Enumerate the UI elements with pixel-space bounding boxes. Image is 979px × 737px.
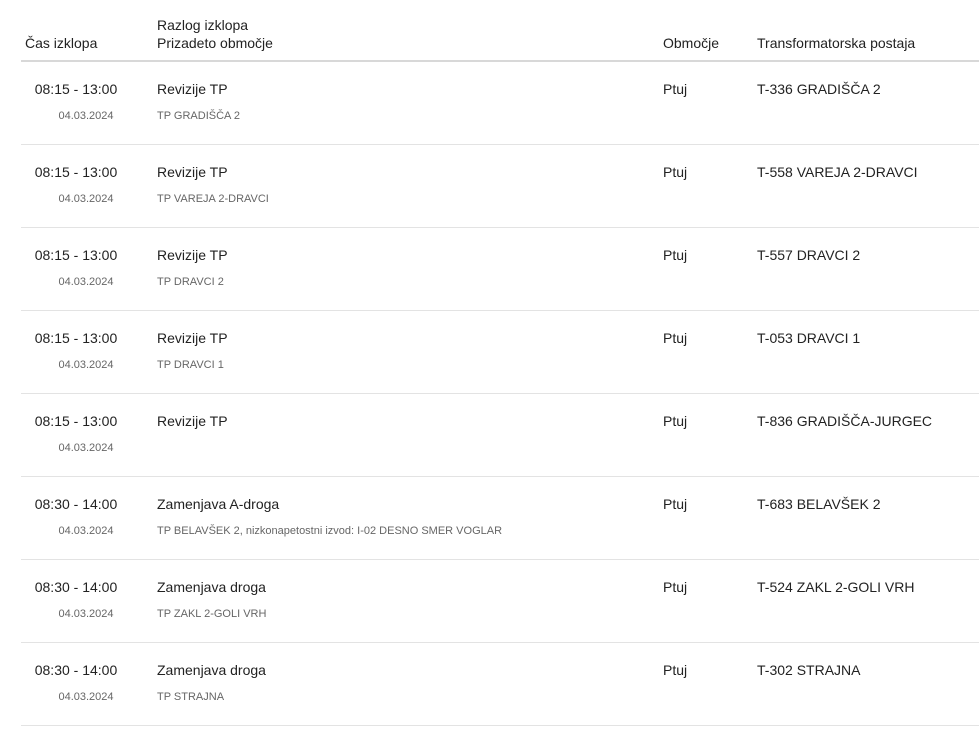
table-row: 08:15 - 13:00 04.03.2024 Revizije TP TP … xyxy=(21,228,979,311)
row-reason: Zamenjava droga xyxy=(157,579,266,595)
row-affected-area: TP DRAVCI 2 xyxy=(157,276,224,288)
row-time: 08:30 - 14:00 xyxy=(34,579,118,595)
row-time: 08:15 - 13:00 xyxy=(34,164,118,180)
row-area: Ptuj xyxy=(663,164,688,180)
header-time: Čas izklopa xyxy=(25,35,98,51)
row-reason: Zamenjava droga xyxy=(157,662,266,678)
row-station: T-557 DRAVCI 2 xyxy=(757,247,861,263)
row-affected-area: TP ZAKL 2-GOLI VRH xyxy=(157,608,267,620)
row-affected-area: TP VAREJA 2-DRAVCI xyxy=(157,193,269,205)
row-date: 04.03.2024 xyxy=(58,276,114,288)
row-area: Ptuj xyxy=(663,330,688,346)
row-area: Ptuj xyxy=(663,662,688,678)
row-area: Ptuj xyxy=(663,247,688,263)
row-station: T-524 ZAKL 2-GOLI VRH xyxy=(757,579,915,595)
table-row: 08:30 - 14:00 04.03.2024 Zamenjava A-dro… xyxy=(21,477,979,560)
row-date: 04.03.2024 xyxy=(58,110,114,122)
row-time: 08:15 - 13:00 xyxy=(34,413,118,429)
row-date: 04.03.2024 xyxy=(58,359,114,371)
row-date: 04.03.2024 xyxy=(58,691,114,703)
table-row: 08:15 - 13:00 04.03.2024 Revizije TP TP … xyxy=(21,311,979,394)
table-header: Čas izklopa Razlog izklopa Prizadeto obm… xyxy=(21,0,979,62)
outage-table: Čas izklopa Razlog izklopa Prizadeto obm… xyxy=(21,0,979,726)
table-row: 08:30 - 14:00 04.03.2024 Zamenjava droga… xyxy=(21,560,979,643)
table-row: 08:15 - 13:00 04.03.2024 Revizije TP TP … xyxy=(21,62,979,145)
header-reason: Razlog izklopa Prizadeto območje xyxy=(157,16,273,52)
row-station: T-053 DRAVCI 1 xyxy=(757,330,861,346)
row-station: T-336 GRADIŠČA 2 xyxy=(757,81,881,97)
header-area: Območje xyxy=(663,35,720,51)
table-row: 08:15 - 13:00 04.03.2024 Revizije TP TP … xyxy=(21,145,979,228)
row-date: 04.03.2024 xyxy=(58,193,114,205)
row-station: T-836 GRADIŠČA-JURGEC xyxy=(757,413,933,429)
row-area: Ptuj xyxy=(663,496,688,512)
row-affected-area: TP STRAJNA xyxy=(157,691,225,703)
row-station: T-302 STRAJNA xyxy=(757,662,861,678)
header-affected-label: Prizadeto območje xyxy=(157,35,273,51)
header-reason-label: Razlog izklopa xyxy=(157,17,249,33)
row-time: 08:15 - 13:00 xyxy=(34,247,118,263)
row-date: 04.03.2024 xyxy=(58,608,114,620)
row-affected-area: TP BELAVŠEK 2, nizkonapetostni izvod: I-… xyxy=(157,525,503,537)
row-reason: Revizije TP xyxy=(157,330,228,346)
row-reason: Revizije TP xyxy=(157,81,228,97)
row-time: 08:30 - 14:00 xyxy=(34,662,118,678)
table-row: 08:15 - 13:00 04.03.2024 Revizije TP Ptu… xyxy=(21,394,979,477)
row-time: 08:15 - 13:00 xyxy=(34,330,118,346)
header-station: Transformatorska postaja xyxy=(757,35,916,51)
row-area: Ptuj xyxy=(663,579,688,595)
row-station: T-558 VAREJA 2-DRAVCI xyxy=(757,164,918,180)
row-affected-area: TP GRADIŠČA 2 xyxy=(157,110,240,122)
row-reason: Revizije TP xyxy=(157,413,228,429)
row-time: 08:30 - 14:00 xyxy=(34,496,118,512)
row-affected-area: TP DRAVCI 1 xyxy=(157,359,224,371)
row-station: T-683 BELAVŠEK 2 xyxy=(757,496,881,512)
row-reason: Zamenjava A-droga xyxy=(157,496,280,512)
row-area: Ptuj xyxy=(663,413,688,429)
row-date: 04.03.2024 xyxy=(58,442,114,454)
row-date: 04.03.2024 xyxy=(58,525,114,537)
row-area: Ptuj xyxy=(663,81,688,97)
table-row: 08:30 - 14:00 04.03.2024 Zamenjava droga… xyxy=(21,643,979,726)
row-time: 08:15 - 13:00 xyxy=(34,81,118,97)
row-reason: Revizije TP xyxy=(157,164,228,180)
row-reason: Revizije TP xyxy=(157,247,228,263)
